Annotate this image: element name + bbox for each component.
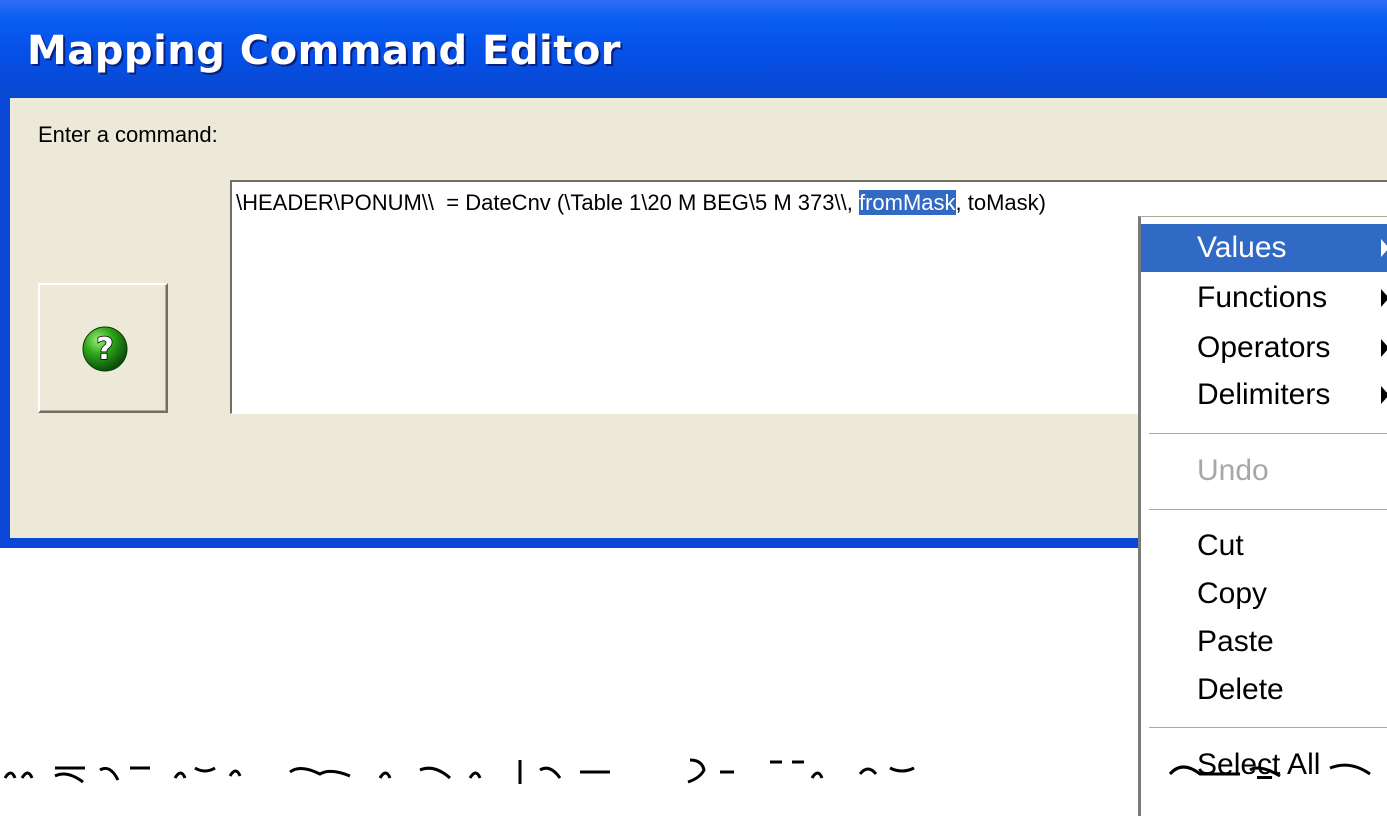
menu-item-cut[interactable]: Cut <box>1141 522 1387 570</box>
help-button[interactable]: ? <box>38 283 168 413</box>
background-artifact-strokes <box>3 758 1371 784</box>
submenu-arrow-icon <box>1381 339 1387 357</box>
menu-item-label: Undo <box>1197 454 1269 487</box>
command-text: \HEADER\PONUM\\ = DateCnv (\Table 1\20 M… <box>236 190 1046 216</box>
command-selected-text: fromMask <box>858 190 956 215</box>
submenu-arrow-icon <box>1381 239 1387 257</box>
title-bar[interactable]: Mapping Command Editor <box>0 0 1387 98</box>
question-mark-icon: ? <box>82 326 128 372</box>
menu-separator <box>1149 509 1387 511</box>
submenu-arrow-icon <box>1381 289 1387 307</box>
menu-item-label: Operators <box>1197 331 1331 364</box>
menu-item-operators[interactable]: Operators <box>1141 324 1387 372</box>
menu-item-paste[interactable]: Paste <box>1141 618 1387 666</box>
menu-item-label: Delimiters <box>1197 378 1331 411</box>
command-text-after: , toMask) <box>955 190 1046 215</box>
command-text-before: \HEADER\PONUM\\ = DateCnv (\Table 1\20 M… <box>236 190 859 215</box>
context-menu: Values Functions Operators Delimiters Un… <box>1138 216 1387 816</box>
menu-item-delimiters[interactable]: Delimiters <box>1141 371 1387 419</box>
menu-item-copy[interactable]: Copy <box>1141 570 1387 618</box>
menu-item-delete[interactable]: Delete <box>1141 666 1387 714</box>
menu-item-label: Functions <box>1197 281 1328 314</box>
command-prompt-label: Enter a command: <box>38 122 218 147</box>
menu-separator <box>1149 727 1387 729</box>
submenu-arrow-icon <box>1381 386 1387 404</box>
menu-item-label: Delete <box>1197 673 1284 706</box>
window-title: Mapping Command Editor <box>27 28 622 74</box>
menu-item-undo: Undo <box>1141 447 1387 495</box>
menu-item-label: Paste <box>1197 625 1274 658</box>
menu-item-values[interactable]: Values <box>1141 224 1387 272</box>
menu-item-label: Values <box>1197 231 1287 264</box>
menu-item-label: Copy <box>1197 577 1268 610</box>
menu-item-functions[interactable]: Functions <box>1141 274 1387 322</box>
menu-item-label: Cut <box>1197 529 1244 562</box>
svg-text:?: ? <box>96 332 113 367</box>
menu-separator <box>1149 433 1387 435</box>
